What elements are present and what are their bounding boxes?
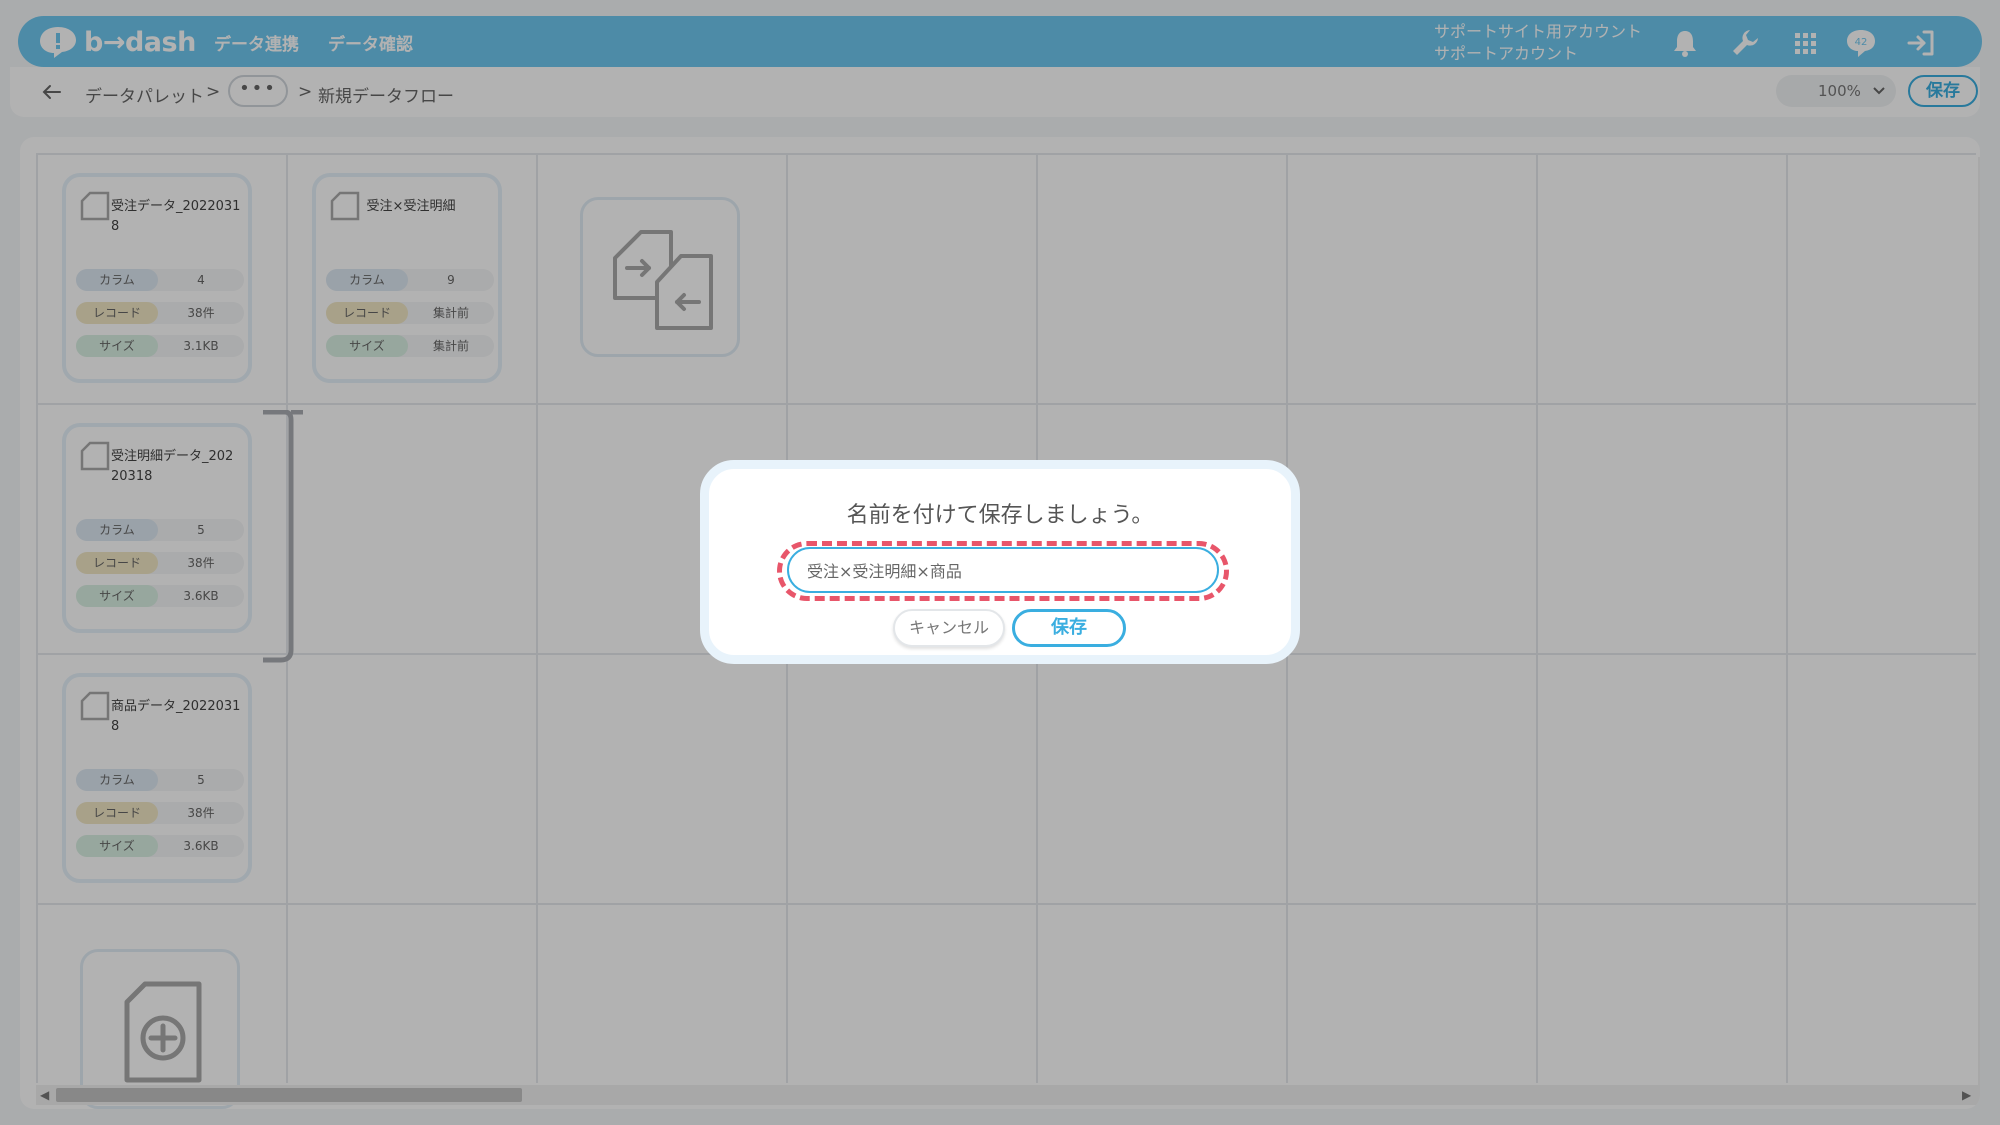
flow-name-input[interactable] xyxy=(787,547,1219,593)
save-name-dialog: 名前を付けて保存しましょう。 キャンセル 保存 xyxy=(700,460,1300,664)
cancel-button[interactable]: キャンセル xyxy=(893,609,1005,647)
save-button[interactable]: 保存 xyxy=(1012,609,1126,647)
dialog-title: 名前を付けて保存しましょう。 xyxy=(846,503,1154,528)
